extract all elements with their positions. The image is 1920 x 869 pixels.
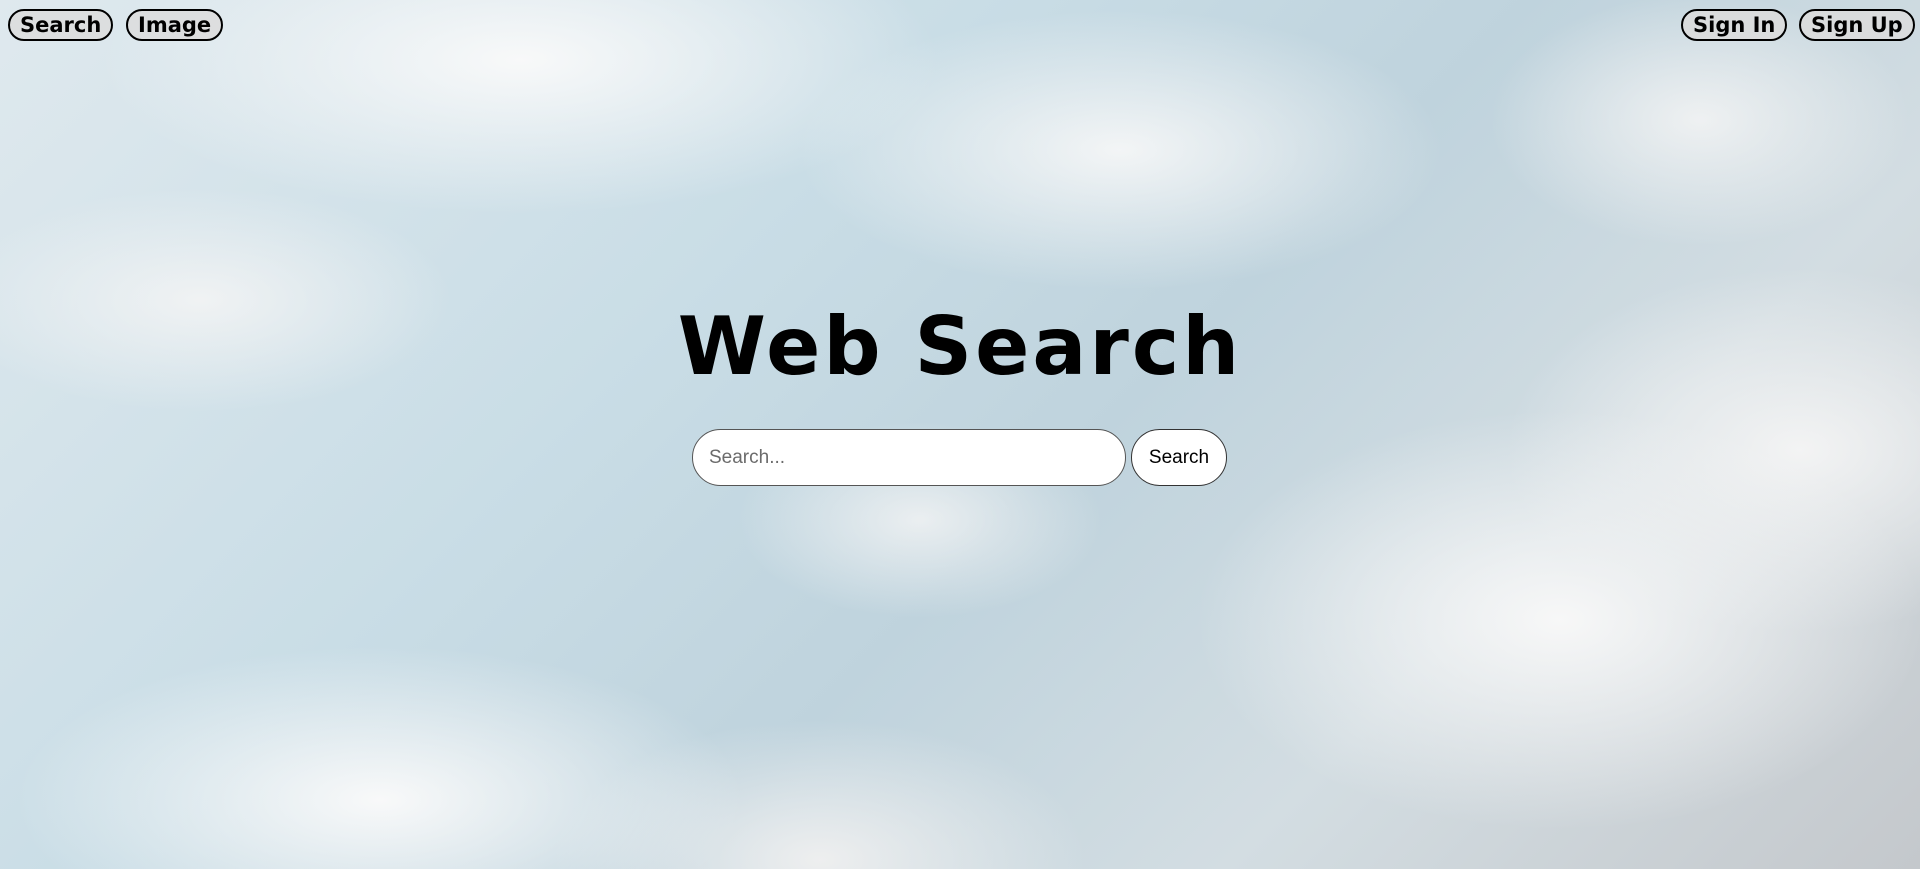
search-input[interactable] [692,429,1126,486]
page-title: Web Search [677,300,1243,393]
search-submit-button[interactable]: Search [1131,429,1227,486]
nav-image-button[interactable]: Image [126,9,224,41]
sign-in-button[interactable]: Sign In [1681,9,1788,41]
sign-up-button[interactable]: Sign Up [1799,9,1915,41]
nav-search-button[interactable]: Search [8,9,114,41]
